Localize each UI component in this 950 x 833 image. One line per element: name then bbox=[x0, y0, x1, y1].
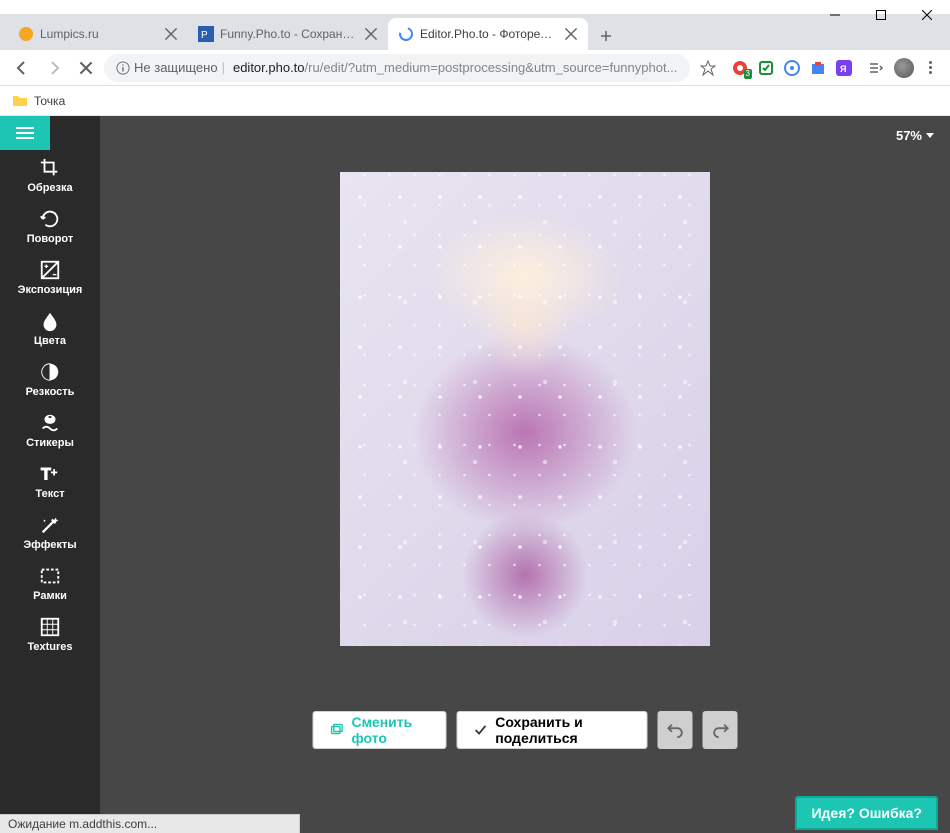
back-button[interactable] bbox=[8, 54, 36, 82]
text-icon: T+ bbox=[39, 463, 61, 485]
new-tab-button[interactable] bbox=[592, 22, 620, 50]
zoom-value: 57% bbox=[896, 128, 922, 143]
tool-crop[interactable]: Обрезка bbox=[0, 150, 100, 201]
change-photo-button[interactable]: Сменить фото bbox=[313, 711, 447, 749]
sharpness-icon bbox=[39, 361, 61, 383]
svg-text:Я: Я bbox=[840, 64, 846, 74]
bookmark-star-button[interactable] bbox=[694, 54, 722, 82]
bookmark-item[interactable]: Точка bbox=[34, 94, 65, 108]
feedback-label: Идея? Ошибка? bbox=[811, 805, 922, 821]
undo-icon bbox=[666, 721, 684, 739]
bookmarks-bar: Точка bbox=[0, 86, 950, 116]
extension-icon[interactable]: Я bbox=[836, 60, 852, 76]
tool-label: Поворот bbox=[27, 233, 74, 245]
tools-sidebar: Обрезка Поворот Экспозиция Цвета Резкост… bbox=[0, 116, 100, 833]
tool-stickers[interactable]: Стикеры bbox=[0, 405, 100, 456]
exposure-icon bbox=[39, 259, 61, 281]
feedback-button[interactable]: Идея? Ошибка? bbox=[795, 796, 938, 830]
action-bar: Сменить фото Сохранить и поделиться bbox=[313, 711, 738, 749]
tool-label: Текст bbox=[35, 488, 64, 500]
tool-label: Резкость bbox=[26, 386, 75, 398]
svg-text:+: + bbox=[51, 467, 57, 479]
url-text: editor.pho.to/ru/edit/?utm_medium=postpr… bbox=[233, 60, 677, 75]
undo-button[interactable] bbox=[658, 711, 693, 749]
tool-label: Цвета bbox=[34, 335, 66, 347]
extension-icon[interactable] bbox=[758, 60, 774, 76]
photo-editor-app: Обрезка Поворот Экспозиция Цвета Резкост… bbox=[0, 116, 950, 833]
close-icon[interactable] bbox=[164, 27, 178, 41]
rotate-icon bbox=[39, 208, 61, 230]
button-label: Сменить фото bbox=[351, 714, 429, 746]
profile-avatar[interactable] bbox=[894, 58, 914, 78]
tool-label: Экспозиция bbox=[18, 284, 83, 296]
loading-spinner-icon bbox=[398, 26, 414, 42]
browser-address-bar: Не защищено | editor.pho.to/ru/edit/?utm… bbox=[0, 50, 950, 86]
droplet-icon bbox=[39, 310, 61, 332]
extensions-area: 3 Я bbox=[726, 60, 858, 76]
window-maximize-button[interactable] bbox=[858, 0, 904, 30]
tab-title: Funny.Pho.to - Сохранить, поде... bbox=[220, 27, 358, 41]
tab-title: Editor.Pho.to - Фоторедактор о... bbox=[420, 27, 558, 41]
browser-tab[interactable]: Lumpics.ru bbox=[8, 18, 188, 50]
browser-menu-button[interactable] bbox=[918, 61, 942, 74]
tool-rotate[interactable]: Поворот bbox=[0, 201, 100, 252]
security-chip[interactable]: Не защищено | bbox=[116, 60, 225, 75]
tool-label: Рамки bbox=[33, 590, 67, 602]
stop-reload-button[interactable] bbox=[72, 54, 100, 82]
svg-text:P: P bbox=[201, 30, 208, 41]
info-icon bbox=[116, 61, 130, 75]
browser-tab-active[interactable]: Editor.Pho.to - Фоторедактор о... bbox=[388, 18, 588, 50]
textures-icon bbox=[39, 616, 61, 638]
redo-icon bbox=[711, 721, 729, 739]
status-text: Ожидание m.addthis.com... bbox=[8, 817, 157, 831]
tool-textures[interactable]: Textures bbox=[0, 609, 100, 660]
tab-title: Lumpics.ru bbox=[40, 27, 158, 41]
forward-button[interactable] bbox=[40, 54, 68, 82]
photo-swap-icon bbox=[330, 721, 344, 739]
tool-effects[interactable]: Эффекты bbox=[0, 507, 100, 558]
window-close-button[interactable] bbox=[904, 0, 950, 30]
canvas-area: 57% Сменить фото Сохранить и поделиться … bbox=[100, 116, 950, 833]
favicon-icon: P bbox=[198, 26, 214, 42]
browser-status-bar: Ожидание m.addthis.com... bbox=[0, 814, 300, 833]
folder-icon bbox=[12, 93, 28, 109]
tool-label: Обрезка bbox=[27, 182, 72, 194]
magic-wand-icon bbox=[39, 514, 61, 536]
tool-label: Эффекты bbox=[23, 539, 76, 551]
zoom-control[interactable]: 57% bbox=[896, 128, 934, 143]
favicon-icon bbox=[18, 26, 34, 42]
tool-label: Стикеры bbox=[26, 437, 74, 449]
check-icon bbox=[473, 721, 487, 739]
browser-tab[interactable]: P Funny.Pho.to - Сохранить, поде... bbox=[188, 18, 388, 50]
url-input[interactable]: Не защищено | editor.pho.to/ru/edit/?utm… bbox=[104, 54, 690, 82]
frames-icon bbox=[39, 565, 61, 587]
svg-text:T: T bbox=[41, 466, 51, 484]
close-icon[interactable] bbox=[364, 27, 378, 41]
tool-exposure[interactable]: Экспозиция bbox=[0, 252, 100, 303]
tool-text[interactable]: T+ Текст bbox=[0, 456, 100, 507]
extension-icon[interactable] bbox=[810, 60, 826, 76]
chevron-down-icon bbox=[926, 133, 934, 138]
close-icon[interactable] bbox=[564, 27, 578, 41]
stickers-icon bbox=[39, 412, 61, 434]
crop-icon bbox=[39, 157, 61, 179]
security-label: Не защищено bbox=[134, 60, 218, 75]
window-minimize-button[interactable] bbox=[812, 0, 858, 30]
tool-sharpness[interactable]: Резкость bbox=[0, 354, 100, 405]
tool-label: Textures bbox=[27, 641, 72, 653]
extension-icon[interactable] bbox=[784, 60, 800, 76]
redo-button[interactable] bbox=[703, 711, 738, 749]
browser-tabstrip: Lumpics.ru P Funny.Pho.to - Сохранить, п… bbox=[0, 14, 950, 50]
tool-frames[interactable]: Рамки bbox=[0, 558, 100, 609]
extension-badge: 3 bbox=[744, 69, 752, 79]
button-label: Сохранить и поделиться bbox=[495, 714, 631, 746]
tool-colors[interactable]: Цвета bbox=[0, 303, 100, 354]
reading-list-button[interactable] bbox=[862, 54, 890, 82]
save-share-button[interactable]: Сохранить и поделиться bbox=[456, 711, 648, 749]
extension-icon[interactable]: 3 bbox=[732, 60, 748, 76]
edited-photo[interactable] bbox=[340, 172, 710, 646]
app-menu-button[interactable] bbox=[0, 116, 50, 150]
